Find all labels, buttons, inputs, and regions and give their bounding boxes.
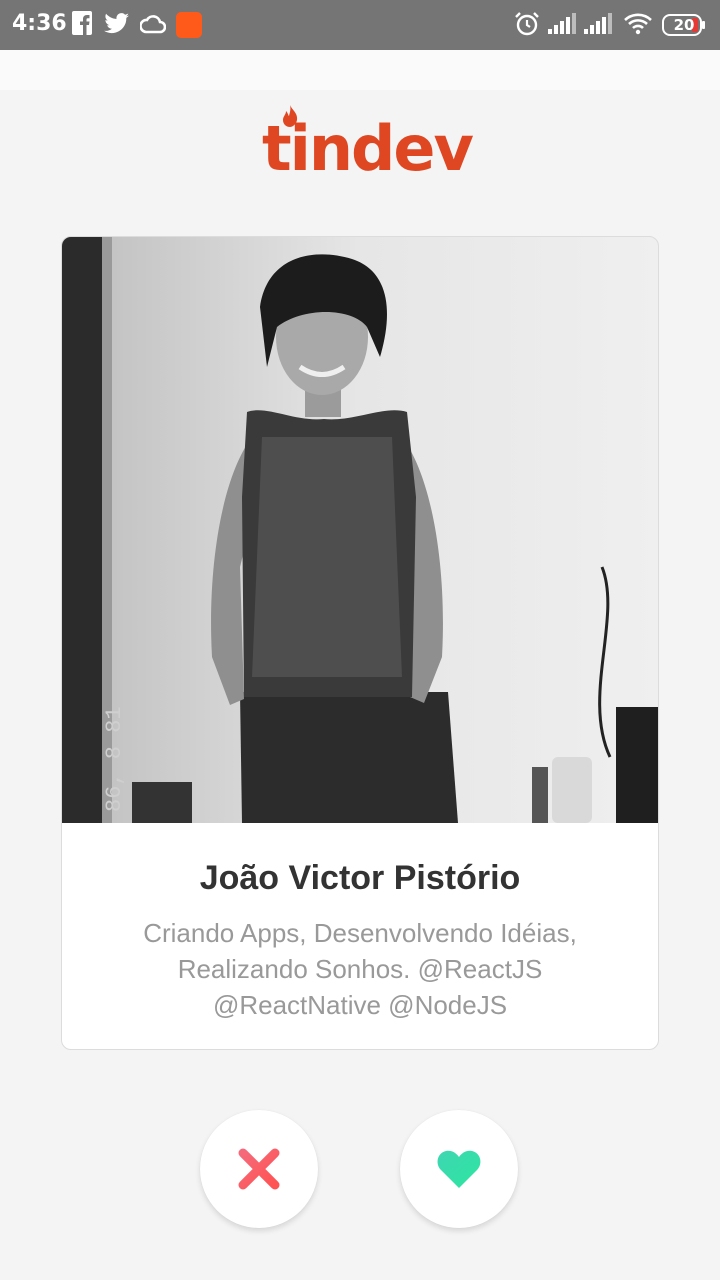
- profile-info: João Victor Pistório Criando Apps, Desen…: [62, 823, 658, 1049]
- heart-icon: [437, 1150, 481, 1188]
- cloud-icon: [140, 15, 166, 34]
- dislike-button[interactable]: [200, 1110, 318, 1228]
- twitter-icon: [104, 13, 129, 34]
- like-button[interactable]: [400, 1110, 518, 1228]
- wifi-icon: [624, 13, 652, 35]
- battery-level: 20: [673, 16, 695, 34]
- profile-card[interactable]: 86, 8 81 João Victor Pistório Criando Ap…: [61, 236, 659, 1050]
- photo-timestamp: 86, 8 81: [102, 706, 127, 812]
- logo-text: tindev: [262, 112, 474, 185]
- profile-bio: Criando Apps, Desenvolvendo Idéias, Real…: [143, 918, 577, 1020]
- signal-icon: [584, 13, 612, 34]
- profile-name: João Victor Pistório: [199, 859, 521, 897]
- status-bar: 4:36 20: [0, 0, 720, 50]
- app-header-strip: [0, 50, 720, 90]
- signal-icon: [548, 13, 576, 34]
- profile-photo: 86, 8 81: [62, 237, 658, 823]
- alarm-icon: [515, 12, 539, 36]
- close-icon: [238, 1148, 280, 1190]
- tindev-logo: tindev: [262, 104, 474, 180]
- facebook-icon: [72, 11, 92, 35]
- app-notification-icon: [176, 12, 202, 38]
- status-time: 4:36: [12, 11, 67, 36]
